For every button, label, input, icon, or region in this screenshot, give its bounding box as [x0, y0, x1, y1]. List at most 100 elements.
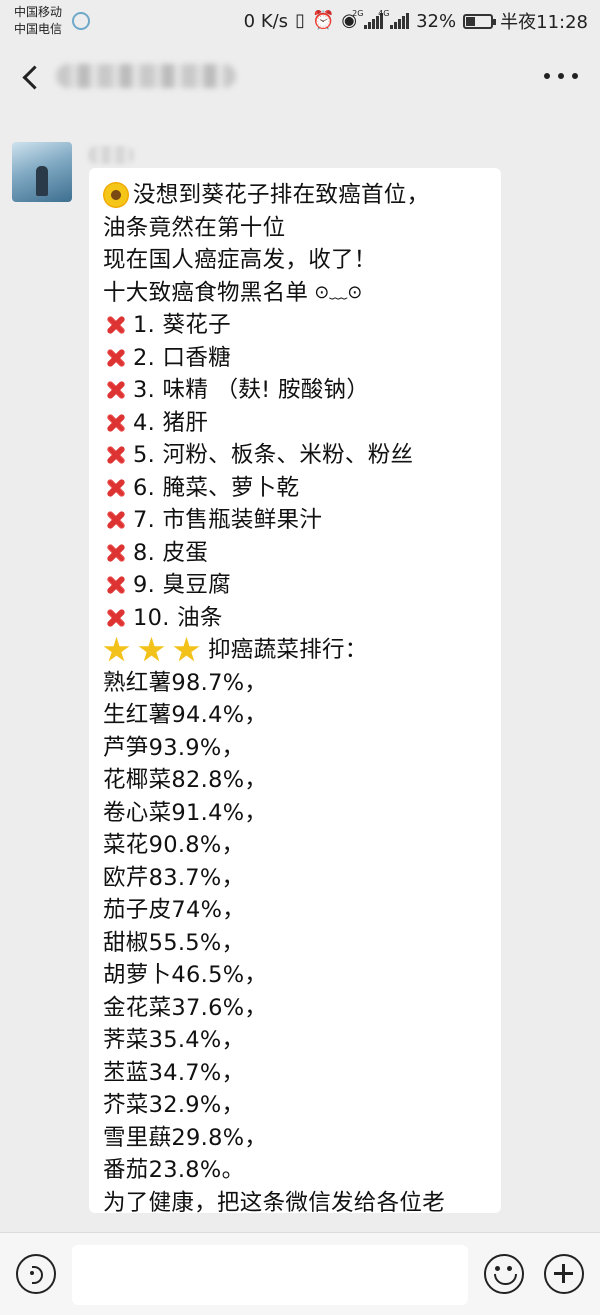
chat-title-bar [0, 42, 600, 112]
signal-sim2-icon: 4G [378, 9, 410, 29]
message-line: 欧芹83.7%， [103, 862, 491, 895]
message-line: 菜花90.8%， [103, 829, 491, 862]
net-speed: 0 K/s [243, 10, 289, 32]
message-line: 2. 口香糖 [103, 342, 491, 375]
hd-call-icon [72, 12, 90, 30]
message-bubble[interactable]: 没想到葵花子排在致癌首位， 油条竟然在第十位现在国人癌症高发，收了！ 十大致癌食物黑… [89, 168, 501, 1213]
message-text: 花椰菜82.8%， [103, 767, 268, 793]
alarm-icon: ⏰ [311, 10, 335, 31]
anger-symbol-icon [103, 442, 129, 468]
anger-symbol-icon [103, 540, 129, 566]
sim1-network-tag: 2G [352, 9, 364, 18]
message-text: 雪里蕻29.8%， [103, 1124, 268, 1151]
message-text: 卷心菜91.4%， [103, 799, 268, 826]
message-text: 没想到葵花子排在致癌首位， [133, 182, 430, 208]
carrier-1: 中国移动 [14, 5, 63, 19]
message-text: 菜花90.8%， [103, 832, 245, 858]
anger-symbol-icon [103, 572, 129, 598]
message-text: 8. 皮蛋 [133, 539, 209, 566]
message-text: 2. 口香糖 [133, 344, 231, 371]
message-text: 熟红薯98.7%， [103, 669, 268, 696]
message-line: 金花菜37.6%， [103, 992, 491, 1025]
message-line: 现在国人癌症高发，收了！ [103, 244, 491, 277]
message-line: 8. 皮蛋 [103, 537, 491, 570]
status-indicators: 0 K/s ▯ ⏰ ◉ 2G 4G 32% 半夜11:28 [244, 8, 588, 34]
message-text: 10. 油条 [133, 604, 223, 631]
message-line: 芦笋93.9%， [103, 732, 491, 765]
message-text: 茄子皮74%， [103, 897, 246, 923]
sender-avatar[interactable] [12, 142, 72, 202]
message-line: 4. 猪肝 [103, 407, 491, 440]
message-line: 6. 腌菜、萝卜乾 [103, 472, 491, 505]
status-bar: 中国移动 中国电信 0 K/s ▯ ⏰ ◉ 2G 4G 32% 半夜11:28 [0, 0, 600, 42]
clock: 半夜11:28 [500, 12, 588, 33]
anger-symbol-icon [103, 475, 129, 501]
message-text: 7. 市售瓶装鲜果汁 [133, 507, 323, 533]
message-line: 芥菜32.9%， [103, 1089, 491, 1122]
message-line: 油条竟然在第十位 [103, 212, 491, 245]
carrier-2: 中国电信 [14, 22, 63, 36]
message-text: 生红薯94.4%， [103, 702, 268, 728]
message-input[interactable] [72, 1245, 468, 1305]
message-line: 10. 油条 [103, 602, 491, 635]
message-text: 1. 葵花子 [133, 312, 231, 338]
anger-symbol-icon [103, 410, 129, 436]
message-line: 没想到葵花子排在致癌首位， [103, 179, 491, 212]
message-text: 6. 腌菜、萝卜乾 [133, 474, 300, 501]
glowing-star-icon [173, 636, 200, 662]
message-text: 芦笋93.9%， [103, 734, 245, 761]
message-line: 番茄23.8%。 [103, 1154, 491, 1187]
more-options-button[interactable] [544, 64, 578, 88]
anger-symbol-icon [103, 507, 129, 533]
message-text: 苤蓝34.7%， [103, 1059, 245, 1086]
battery-percent: 32% [416, 10, 457, 32]
message-line: 卷心菜91.4%， [103, 797, 491, 830]
sunflower-icon [103, 182, 129, 209]
message-text: 番茄23.8%。 [103, 1157, 245, 1183]
message-line: 抑癌蔬菜排行： [103, 634, 491, 667]
message-line: 生红薯94.4%， [103, 699, 491, 732]
message-text: 5. 河粉、板条、米粉、粉丝 [133, 442, 414, 468]
message-line: 花椰菜82.8%， [103, 764, 491, 797]
message-line: 茄子皮74%， [103, 894, 491, 927]
message-line: 十大致癌食物黑名单 ⊙﹏⊙ [103, 277, 491, 310]
back-button[interactable] [18, 62, 46, 90]
message-line: 苤蓝34.7%， [103, 1057, 491, 1090]
carrier-names: 中国移动 中国电信 [14, 4, 62, 38]
battery-icon [463, 13, 497, 29]
glowing-star-icon [103, 636, 130, 662]
vibrate-icon: ▯ [295, 10, 305, 31]
more-actions-button[interactable] [544, 1254, 584, 1294]
anger-symbol-icon [103, 312, 129, 338]
wechat-chat-screen: 中国移动 中国电信 0 K/s ▯ ⏰ ◉ 2G 4G 32% 半夜11:28 [0, 0, 600, 1315]
message-line: 甜椒55.5%， [103, 927, 491, 960]
input-bar [0, 1232, 600, 1315]
message-text: 现在国人癌症高发，收了！ [103, 247, 377, 273]
message-line: 9. 臭豆腐 [103, 569, 491, 602]
anger-symbol-icon [103, 605, 129, 631]
message-text: 9. 臭豆腐 [133, 572, 231, 598]
message-text: 3. 味精 （麸! 胺酸钠） [133, 377, 370, 403]
emoji-button[interactable] [484, 1254, 524, 1294]
voice-input-button[interactable] [16, 1254, 56, 1294]
message-text: 欧芹83.7%， [103, 864, 245, 891]
message-text: 荠菜35.4%， [103, 1027, 245, 1053]
kaomoji: ⊙﹏⊙ [314, 281, 363, 303]
message-text: 金花菜37.6%， [103, 994, 268, 1021]
anger-symbol-icon [103, 377, 129, 403]
message-line: 5. 河粉、板条、米粉、粉丝 [103, 439, 491, 472]
message-line: 1. 葵花子 [103, 309, 491, 342]
message-line: 7. 市售瓶装鲜果汁 [103, 504, 491, 537]
message-line: 3. 味精 （麸! 胺酸钠） [103, 374, 491, 407]
sim2-network-tag: 4G [378, 9, 390, 18]
sender-name-redacted [88, 146, 134, 164]
message-text: 甜椒55.5%， [103, 929, 245, 956]
chat-title-redacted [56, 64, 236, 88]
message-text: 油条竟然在第十位 [103, 214, 286, 241]
message-line: 为了健康，把这条微信发给各位老 [103, 1187, 491, 1214]
message-line: 胡萝卜46.5%， [103, 959, 491, 992]
message-text: 为了健康，把这条微信发给各位老 [103, 1189, 446, 1214]
message-line: 雪里蕻29.8%， [103, 1122, 491, 1155]
message-text: 胡萝卜46.5%， [103, 962, 268, 988]
message-line: 荠菜35.4%， [103, 1024, 491, 1057]
